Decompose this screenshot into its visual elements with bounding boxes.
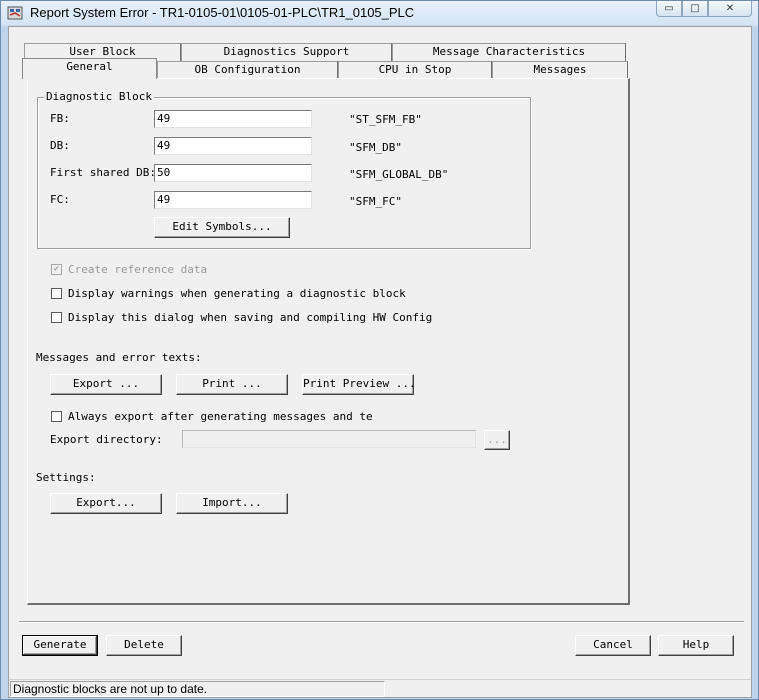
db-label: DB: [50,139,70,152]
help-button[interactable]: Help [658,635,734,656]
close-button[interactable]: ✕ [708,1,752,17]
fc-input[interactable]: 49 [154,191,312,209]
messages-print-button[interactable]: Print ... [176,374,288,395]
export-directory-label: Export directory: [50,433,163,446]
messages-export-button[interactable]: Export ... [50,374,162,395]
tab-ob-configuration[interactable]: OB Configuration [157,61,338,79]
close-icon: ✕ [725,3,735,14]
fc-label: FC: [50,193,70,206]
minimize-icon: ▭ [664,3,674,14]
title-bar[interactable]: Report System Error - TR1-0105-01\0105-0… [1,1,758,25]
first-shared-db-label: First shared DB: [50,166,156,179]
first-shared-db-symbol: "SFM_GLOBAL_DB" [349,168,449,181]
tab-general[interactable]: General [22,58,157,79]
display-warnings-label: Display warnings when generating a diagn… [68,287,406,300]
create-reference-checkbox[interactable]: ✔ [51,264,62,275]
create-reference-label: Create reference data [68,263,208,276]
fb-symbol: "ST_SFM_FB" [349,113,422,126]
settings-heading: Settings: [36,471,96,484]
print-preview-button[interactable]: Print Preview ... [302,374,416,395]
dialog-window: Report System Error - TR1-0105-01\0105-0… [0,0,759,700]
tab-message-characteristics[interactable]: Message Characteristics [392,43,626,61]
display-dialog-checkbox[interactable] [51,312,62,323]
settings-export-button[interactable]: Export... [50,493,162,514]
maximize-icon: □ [690,3,700,14]
export-directory-input[interactable] [182,430,476,448]
edit-symbols-button[interactable]: Edit Symbols... [154,217,290,238]
app-icon [7,6,23,20]
browse-button[interactable]: ... [484,430,510,450]
always-export-checkbox[interactable] [51,411,62,422]
checkmark-icon: ✔ [53,264,60,274]
db-symbol: "SFM_DB" [349,141,402,154]
status-bar: Diagnostic blocks are not up to date. [9,679,751,697]
fb-input[interactable]: 49 [154,110,312,128]
diagnostic-block-title: Diagnostic Block [44,90,154,103]
window-title: Report System Error - TR1-0105-01\0105-0… [30,5,415,20]
db-input[interactable]: 49 [154,137,312,155]
delete-button[interactable]: Delete [106,635,182,656]
footer-separator [19,621,744,623]
maximize-button[interactable]: □ [682,1,708,17]
display-warnings-checkbox[interactable] [51,288,62,299]
generate-button[interactable]: Generate [22,635,98,656]
settings-import-button[interactable]: Import... [176,493,288,514]
fc-symbol: "SFM_FC" [349,195,402,208]
display-dialog-label: Display this dialog when saving and comp… [68,311,433,324]
tab-diagnostics-support[interactable]: Diagnostics Support [181,43,392,61]
first-shared-db-input[interactable]: 50 [154,164,312,182]
tab-messages[interactable]: Messages [492,61,628,79]
minimize-button[interactable]: ▭ [656,1,682,17]
messages-heading: Messages and error texts: [36,351,202,364]
dialog-client: User Block Diagnostics Support Message C… [8,26,752,698]
always-export-label: Always export after generating messages … [68,410,373,423]
tab-cpu-in-stop[interactable]: CPU in Stop [338,61,492,79]
fb-label: FB: [50,112,70,125]
status-text: Diagnostic blocks are not up to date. [10,681,385,697]
cancel-button[interactable]: Cancel [575,635,651,656]
